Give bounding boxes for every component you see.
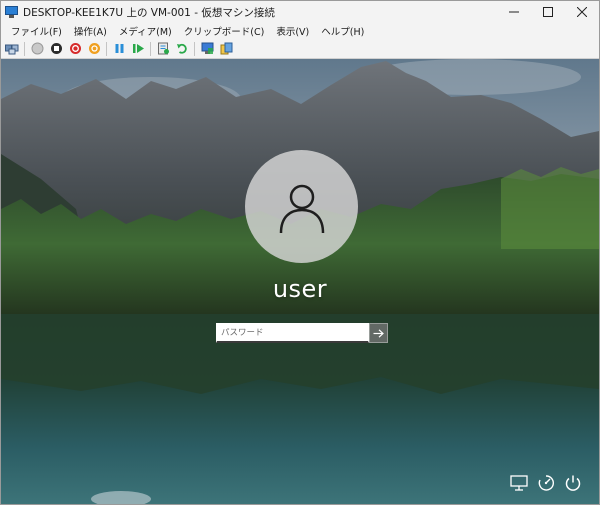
checkpoint-icon	[157, 42, 169, 55]
enhanced-session-icon	[201, 42, 213, 54]
user-icon	[279, 184, 324, 233]
toolbar-separator	[24, 41, 25, 56]
save-button[interactable]	[86, 41, 102, 57]
menu-media[interactable]: メディア(M)	[113, 24, 178, 38]
power-icon	[565, 475, 581, 491]
menu-view[interactable]: 表示(V)	[270, 24, 315, 38]
shut-down-button[interactable]	[67, 41, 83, 57]
menu-clipboard[interactable]: クリップボード(C)	[178, 24, 271, 38]
turn-off-icon	[50, 43, 62, 54]
menu-file[interactable]: ファイル(F)	[5, 24, 68, 38]
minimize-button[interactable]	[497, 1, 531, 23]
user-avatar	[245, 150, 358, 263]
toolbar-separator	[150, 41, 151, 56]
close-button[interactable]	[565, 1, 599, 23]
revert-icon	[176, 43, 187, 54]
menu-help[interactable]: ヘルプ(H)	[315, 24, 370, 38]
arrow-right-icon	[373, 328, 384, 338]
pause-icon	[115, 44, 123, 53]
network-icon	[510, 475, 528, 491]
revert-button[interactable]	[174, 41, 190, 57]
ctrl-alt-del-button[interactable]	[4, 41, 20, 57]
vm-connection-window: DESKTOP-KEE1K7U 上の VM-001 - 仮想マシン接続 ファイル…	[0, 0, 600, 505]
share-button[interactable]	[218, 41, 234, 57]
resume-button[interactable]	[130, 41, 146, 57]
enhanced-session-button[interactable]	[199, 41, 215, 57]
shut-down-icon	[69, 43, 81, 54]
resume-icon	[132, 44, 144, 53]
save-icon	[88, 43, 100, 54]
accessibility-icon	[538, 475, 554, 491]
maximize-icon	[543, 7, 553, 17]
username-label: user	[272, 275, 328, 303]
turn-off-button[interactable]	[48, 41, 64, 57]
password-box	[216, 323, 388, 343]
close-icon	[577, 7, 587, 17]
title-bar: DESKTOP-KEE1K7U 上の VM-001 - 仮想マシン接続	[1, 1, 599, 23]
power-button[interactable]	[562, 472, 584, 494]
pause-button[interactable]	[111, 41, 127, 57]
vm-screen[interactable]: user	[1, 59, 599, 504]
window-title: DESKTOP-KEE1K7U 上の VM-001 - 仮想マシン接続	[23, 6, 275, 19]
checkpoint-button[interactable]	[155, 41, 171, 57]
menu-bar: ファイル(F) 操作(A) メディア(M) クリップボード(C) 表示(V) ヘ…	[1, 23, 599, 39]
toolbar-separator	[194, 41, 195, 56]
start-button[interactable]	[29, 41, 45, 57]
minimize-icon	[509, 11, 519, 13]
accessibility-button[interactable]	[535, 472, 557, 494]
ctrl-alt-del-icon	[5, 44, 19, 55]
vm-connection-app-icon	[5, 6, 18, 18]
toolbar-separator	[106, 41, 107, 56]
start-icon	[31, 42, 43, 55]
share-icon	[220, 42, 232, 55]
toolbar	[1, 39, 599, 59]
maximize-button[interactable]	[531, 1, 565, 23]
submit-button[interactable]	[369, 323, 388, 343]
menu-action[interactable]: 操作(A)	[68, 24, 113, 38]
password-input[interactable]	[216, 323, 369, 343]
network-button[interactable]	[508, 472, 530, 494]
